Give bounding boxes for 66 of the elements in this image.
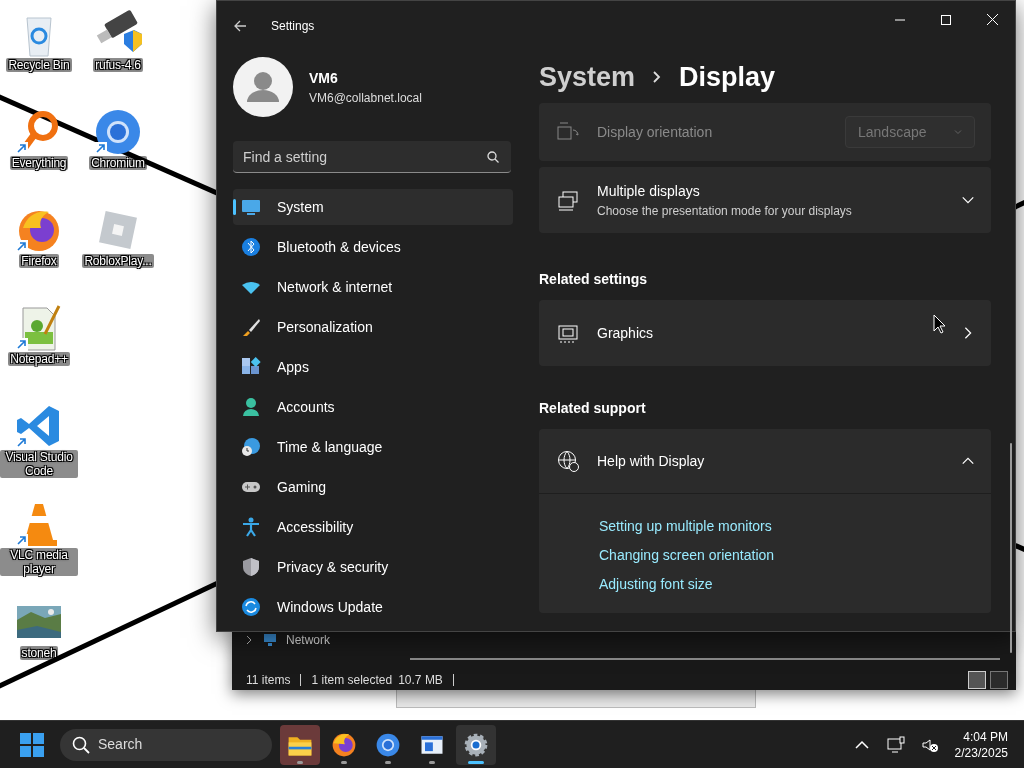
card-title: Multiple displays bbox=[597, 181, 701, 201]
user-name: VM6 bbox=[309, 68, 339, 88]
card-title: Display orientation bbox=[597, 122, 713, 142]
search-icon bbox=[72, 735, 90, 754]
avatar-icon bbox=[233, 57, 293, 117]
close-icon bbox=[986, 14, 998, 26]
globe-help-icon bbox=[557, 450, 579, 472]
monitors-icon bbox=[557, 189, 579, 211]
nav-item[interactable]: Windows Update bbox=[233, 589, 513, 625]
shield-icon bbox=[241, 557, 261, 577]
preview-view-button[interactable] bbox=[990, 671, 1008, 689]
breadcrumb-link[interactable]: System bbox=[539, 56, 636, 98]
bluetooth-icon bbox=[241, 237, 261, 257]
taskbar-app-button[interactable] bbox=[280, 724, 320, 765]
search-box[interactable]: Search bbox=[60, 728, 272, 761]
nav-item[interactable]: Personalization bbox=[233, 309, 513, 345]
scrollbar[interactable] bbox=[1010, 443, 1012, 653]
maximize-icon bbox=[941, 14, 951, 25]
nav-item[interactable]: Accessibility bbox=[233, 509, 513, 545]
status-text: 1 item selected bbox=[311, 672, 393, 689]
nav-item[interactable]: System bbox=[233, 189, 513, 225]
card-subtitle: Choose the presentation mode for your displays bbox=[597, 202, 852, 220]
graphics-card-icon bbox=[557, 322, 579, 344]
help-link[interactable]: Adjusting font size bbox=[599, 570, 991, 599]
nav-item[interactable]: Accounts bbox=[233, 389, 513, 425]
network-icon bbox=[262, 632, 278, 648]
globe-clock-icon bbox=[241, 437, 261, 457]
user-email: VM6@collabnet.local bbox=[309, 89, 422, 107]
refresh-icon bbox=[241, 597, 261, 617]
rotate-screen-icon bbox=[557, 121, 579, 143]
section-heading: Related settings bbox=[539, 270, 649, 289]
card-title: Help with Display bbox=[597, 451, 705, 471]
person-icon bbox=[241, 397, 261, 417]
section-heading: Related support bbox=[539, 399, 647, 418]
details-view-button[interactable] bbox=[968, 671, 986, 689]
clock-time[interactable]: 4:04 PM bbox=[954, 728, 1008, 745]
start-icon[interactable] bbox=[20, 732, 44, 757]
network-icon[interactable] bbox=[886, 735, 905, 754]
nav-item[interactable]: Apps bbox=[233, 349, 513, 385]
chevron-icon[interactable] bbox=[244, 635, 254, 645]
search-icon bbox=[487, 151, 499, 163]
notepad-icon[interactable] bbox=[15, 304, 63, 352]
page-title: Display bbox=[679, 60, 776, 94]
pointer-icon bbox=[933, 314, 946, 334]
nav-item[interactable]: Privacy & security bbox=[233, 549, 513, 585]
card-title: Graphics bbox=[597, 323, 654, 343]
taskbar-app-button[interactable] bbox=[456, 724, 496, 765]
monitor-icon bbox=[241, 197, 261, 217]
accessibility-icon bbox=[241, 517, 261, 537]
clock-date[interactable]: 2/23/2025 bbox=[954, 744, 1008, 761]
browser-icon[interactable] bbox=[94, 108, 142, 156]
help-link[interactable]: Setting up multiple monitors bbox=[599, 512, 991, 541]
back-icon[interactable] bbox=[233, 19, 247, 33]
apps-icon bbox=[241, 357, 261, 377]
nav-item[interactable]: Bluetooth & devices bbox=[233, 229, 513, 265]
help-link[interactable]: Changing screen orientation bbox=[599, 541, 991, 570]
nav-item[interactable]: Network & internet bbox=[233, 269, 513, 305]
window-title: Settings bbox=[271, 18, 315, 35]
nav-item[interactable]: Time & language bbox=[233, 429, 513, 465]
nav-item[interactable]: Gaming bbox=[233, 469, 513, 505]
chevron-down-icon bbox=[954, 128, 962, 136]
brush-icon bbox=[241, 317, 261, 337]
search-field[interactable]: Find a setting bbox=[233, 141, 511, 173]
status-text: 10.7 MB bbox=[398, 672, 443, 689]
tree-item[interactable]: Network bbox=[286, 631, 330, 649]
status-text: 11 items bbox=[246, 672, 291, 689]
